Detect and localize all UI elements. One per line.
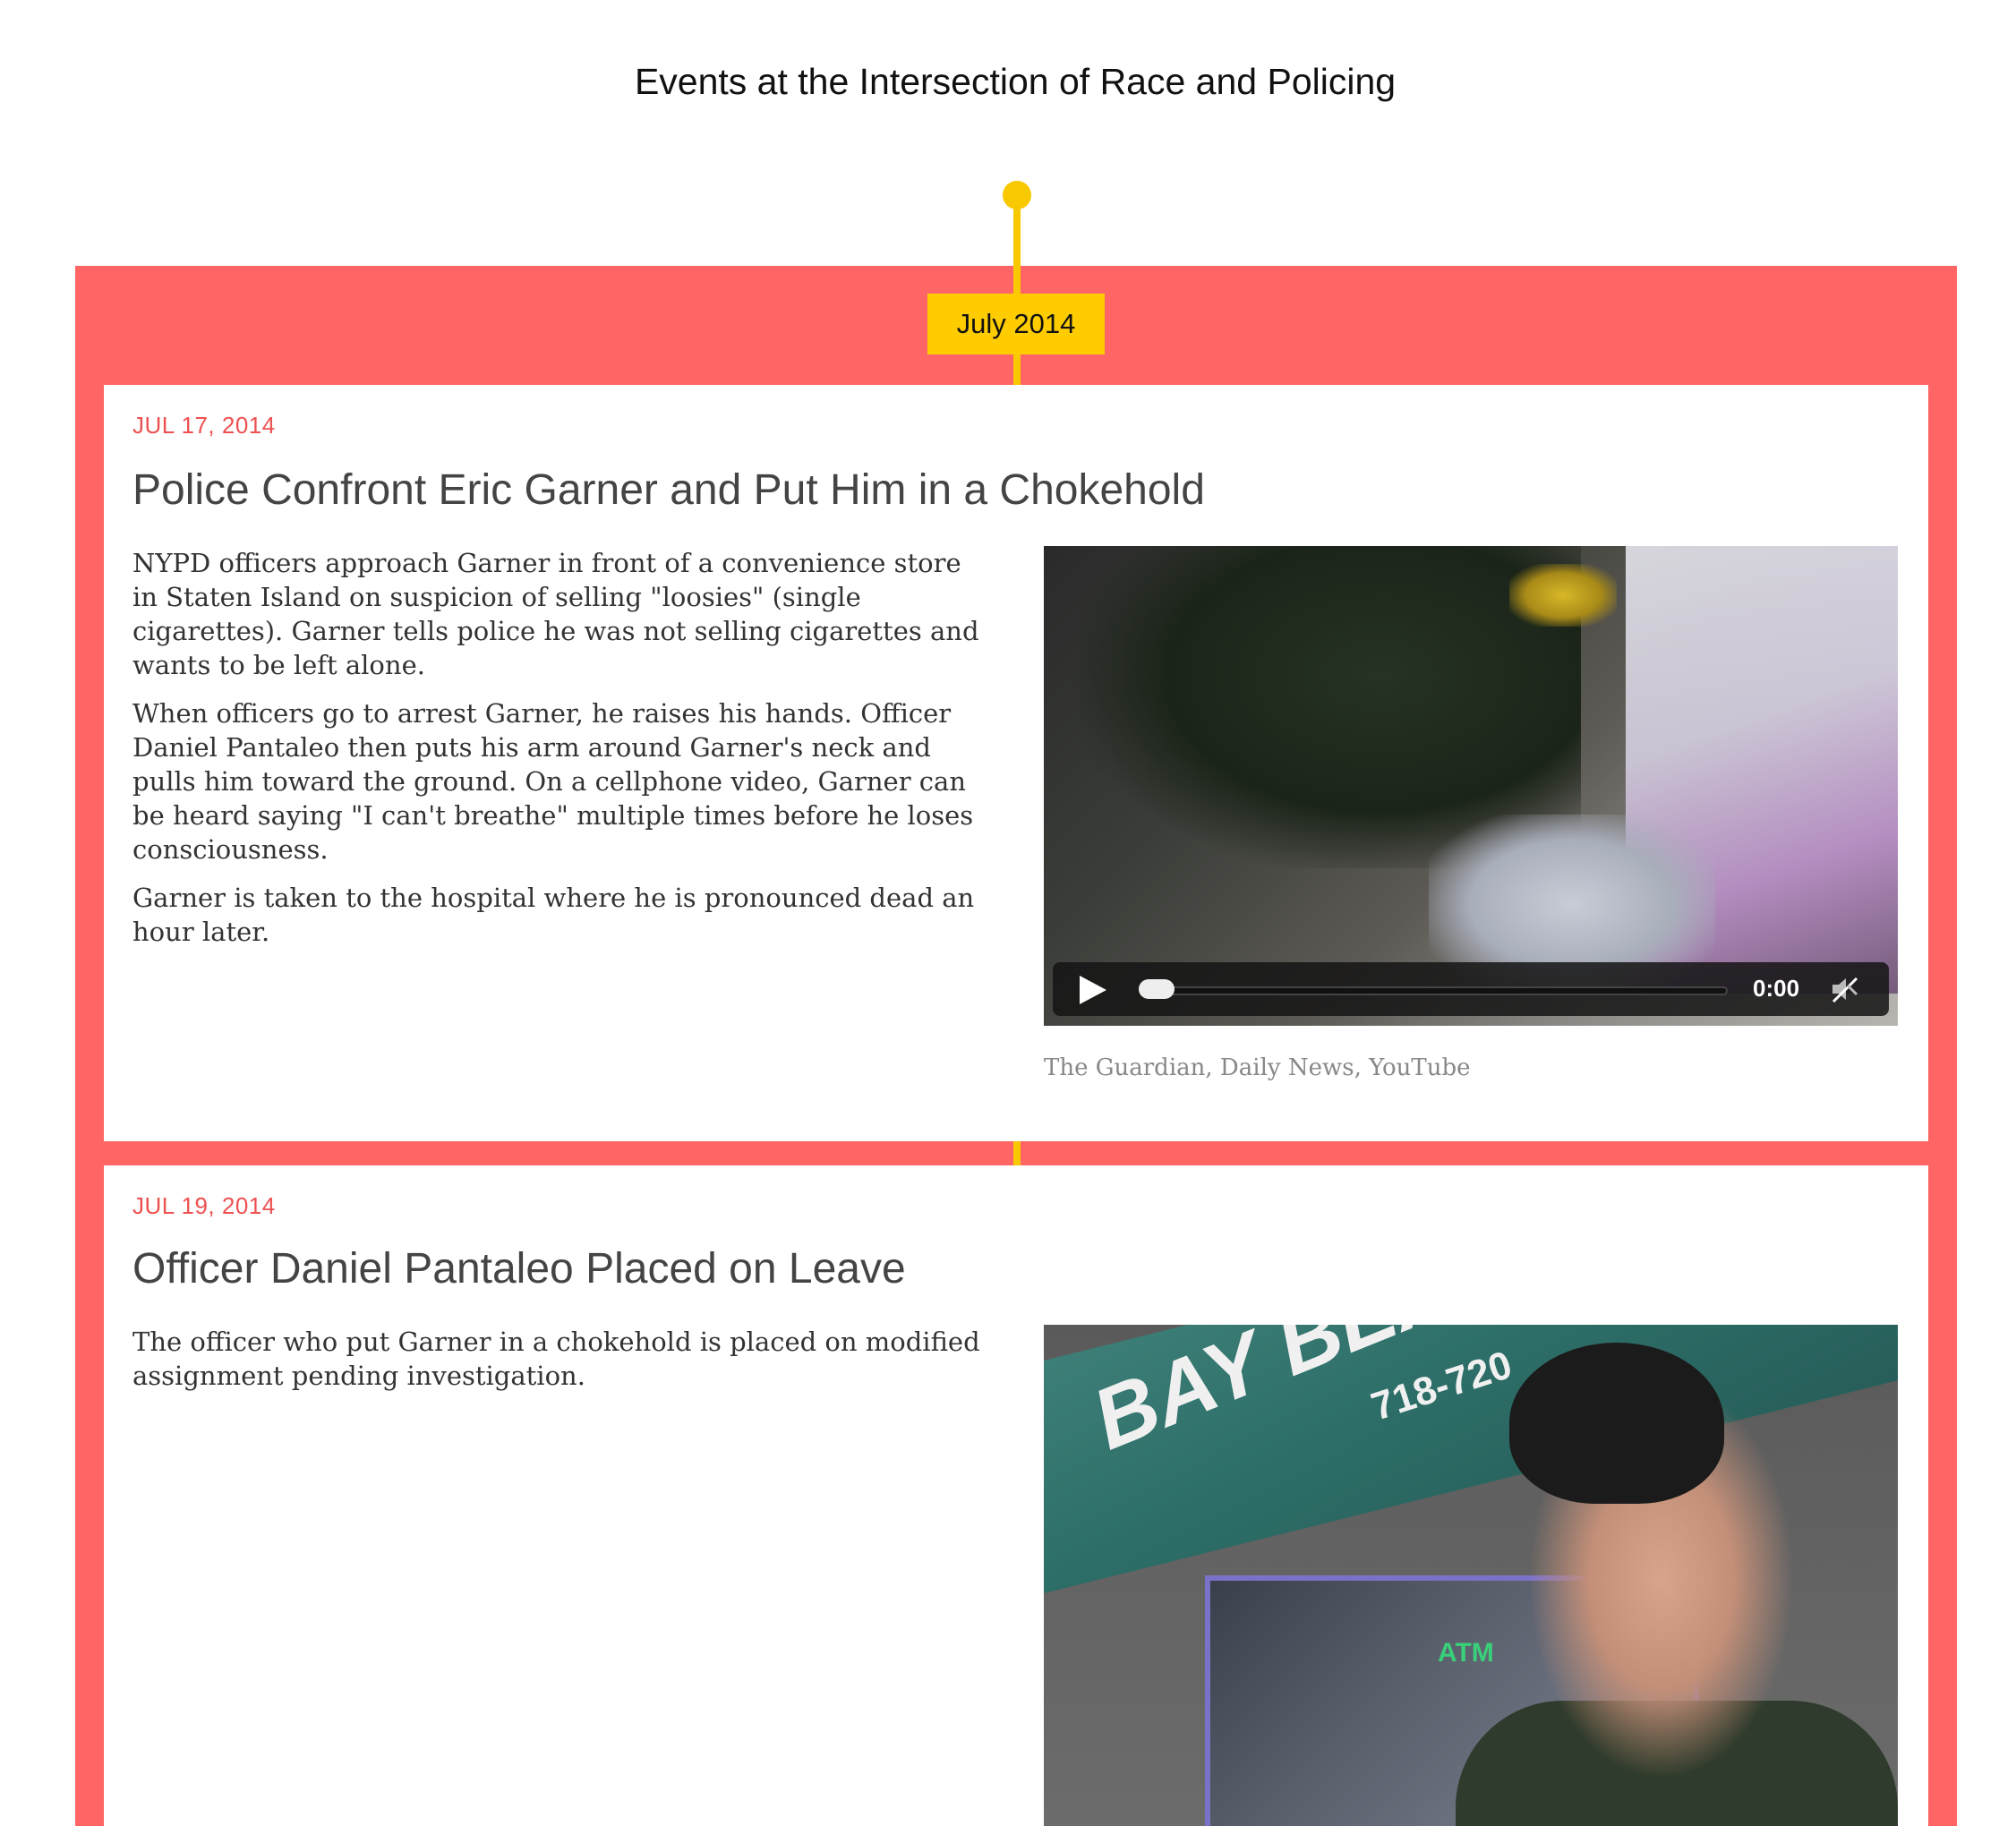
video-frame <box>1044 546 1898 1026</box>
event-title: Police Confront Eric Garner and Put Him … <box>132 466 1205 514</box>
video-controls: 0:00 <box>1053 962 1889 1016</box>
photo-atm-sign: ATM <box>1438 1638 1494 1668</box>
event-title: Officer Daniel Pantaleo Placed on Leave <box>132 1245 906 1293</box>
play-icon[interactable] <box>1080 976 1106 1004</box>
event-description: NYPD officers approach Garner in front o… <box>132 546 992 963</box>
event-paragraph: NYPD officers approach Garner in front o… <box>132 548 979 680</box>
timeline-start-dot <box>1003 181 1031 209</box>
event-date: JUL 19, 2014 <box>132 1192 276 1219</box>
page-title: Events at the Intersection of Race and P… <box>634 61 1397 102</box>
event-paragraph: Garner is taken to the hospital where he… <box>132 883 975 947</box>
event-card: JUL 17, 2014 Police Confront Eric Garner… <box>104 385 1928 1141</box>
video-progress-handle[interactable] <box>1139 979 1175 999</box>
event-description: The officer who put Garner in a chokehol… <box>132 1325 983 1407</box>
media-credit: The Guardian, Daily News, YouTube <box>1044 1054 1471 1081</box>
mute-icon[interactable] <box>1830 975 1860 1003</box>
photo-person-cap <box>1509 1343 1724 1504</box>
month-badge: July 2014 <box>927 294 1105 354</box>
video-progress-track[interactable] <box>1142 986 1728 995</box>
event-date: JUL 17, 2014 <box>132 412 276 439</box>
timeline-page: Events at the Intersection of Race and P… <box>0 0 2016 1826</box>
event-photo: BAY BEA 718-720 ATM <box>1044 1325 1898 1826</box>
event-paragraph: The officer who put Garner in a chokehol… <box>132 1327 980 1391</box>
video-time: 0:00 <box>1753 975 1800 1002</box>
event-paragraph: When officers go to arrest Garner, he ra… <box>132 698 974 865</box>
event-card: JUL 19, 2014 Officer Daniel Pantaleo Pla… <box>104 1165 1928 1826</box>
photo-frame: BAY BEA 718-720 ATM <box>1044 1325 1898 1826</box>
video-player[interactable]: 0:00 <box>1044 546 1898 1026</box>
video-scene-badge <box>1509 564 1617 627</box>
